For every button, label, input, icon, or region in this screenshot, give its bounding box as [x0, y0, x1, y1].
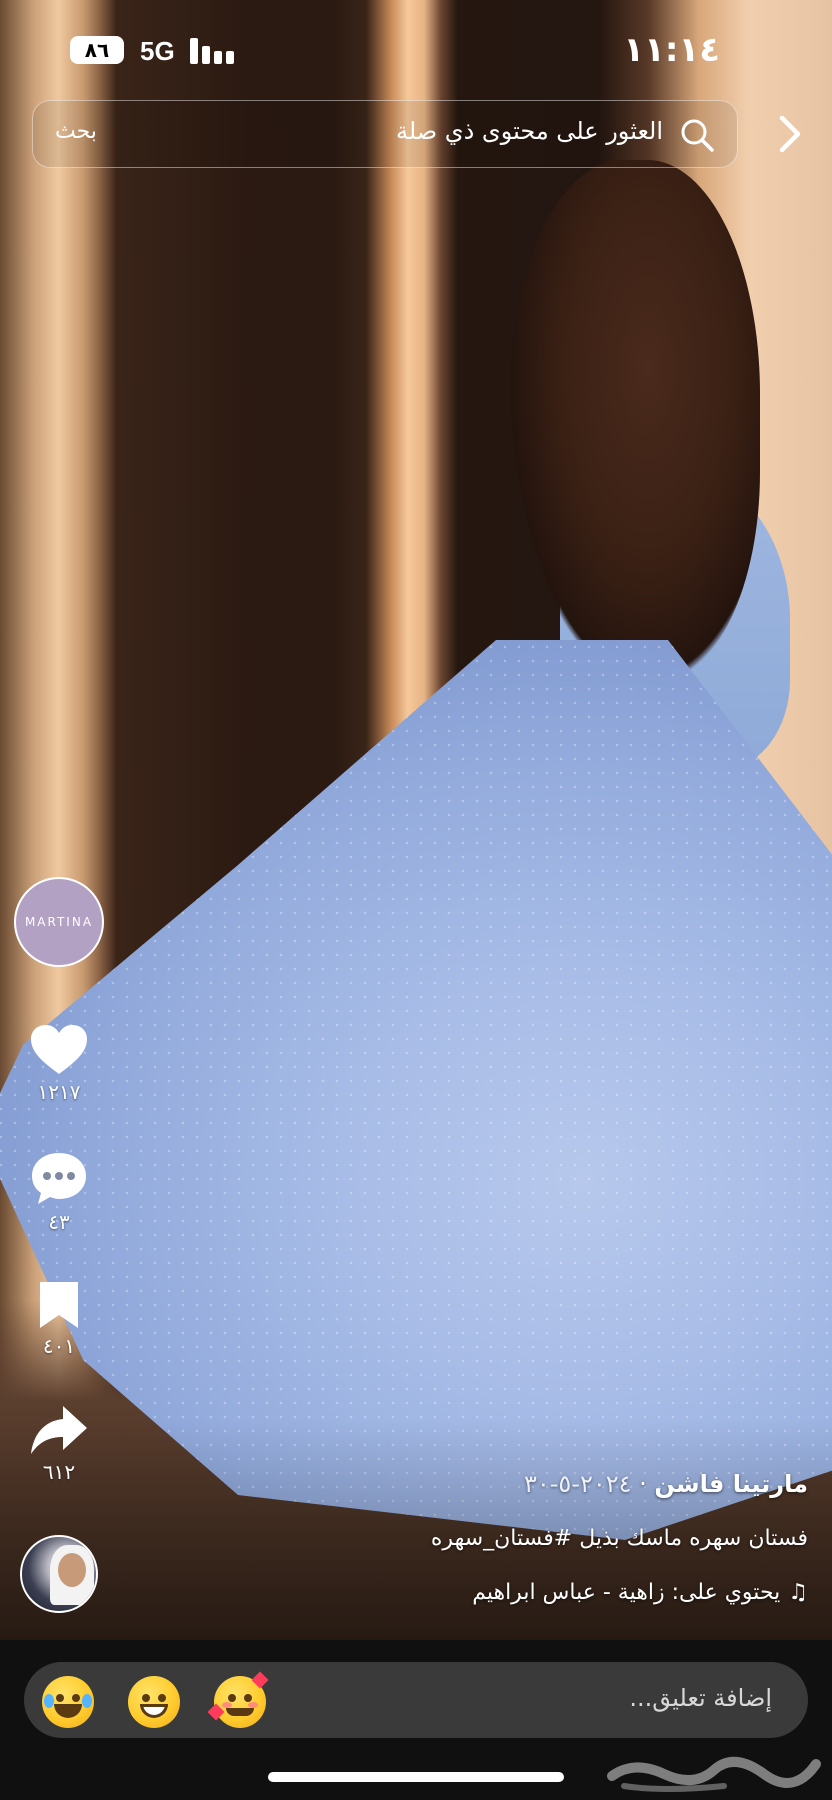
like-count: ١٢١٧ [37, 1080, 81, 1104]
like-button[interactable]: ١٢١٧ [20, 1024, 98, 1104]
status-time: ١١:١٤ [623, 30, 720, 70]
heart-icon [31, 1025, 87, 1074]
laughing-tears-emoji-icon[interactable] [42, 1676, 94, 1728]
home-indicator[interactable] [268, 1772, 564, 1782]
search-icon [681, 119, 714, 152]
post-date: ٢٠٢٤-٥-٣٠ [523, 1470, 632, 1498]
search-input[interactable]: العثور على محتوى ذي صلة [396, 117, 663, 145]
account-avatar[interactable]: MARTINA [14, 877, 104, 967]
post-author-line: مارتينا فاشن · ٢٠٢٤-٥-٣٠ [128, 1470, 808, 1498]
smiling-hearts-emoji-icon[interactable] [207, 1671, 269, 1728]
haraj-logo [607, 1757, 821, 1792]
comment-input[interactable]: إضافة تعليق... [629, 1684, 772, 1712]
save-count: ٤٠١ [42, 1334, 76, 1358]
battery-indicator: ٨٦ [70, 36, 124, 64]
search-bar[interactable]: بحث العثور على محتوى ذي صلة [32, 100, 738, 168]
chevron-right-icon[interactable] [770, 110, 810, 158]
bookmark-icon [40, 1282, 78, 1328]
share-arrow-icon [31, 1406, 87, 1454]
status-bar: ٨٦ 5G ١١:١٤ [0, 0, 832, 100]
author-date-separator: · [631, 1470, 655, 1498]
video-frame[interactable] [0, 0, 832, 1640]
network-type: 5G [140, 36, 175, 66]
post-music[interactable]: ♫ يحتوي على: زاهية - عباس ابراهيم [128, 1580, 808, 1605]
music-avatar-face [58, 1553, 86, 1587]
signal-icon [190, 36, 238, 64]
grinning-emoji-icon[interactable] [128, 1676, 180, 1728]
post-description[interactable]: فستان سهره ماسك بذيل #فستان_سهره [128, 1526, 808, 1551]
share-count: ٦١٢ [42, 1460, 76, 1484]
music-title: يحتوي على: زاهية - عباس ابراهيم [472, 1580, 781, 1605]
video-figure-hair [510, 160, 760, 680]
post-author[interactable]: مارتينا فاشن [654, 1470, 808, 1498]
search-button[interactable]: بحث [55, 119, 97, 144]
chat-bubble-icon [32, 1153, 86, 1204]
comment-button[interactable]: ٤٣ [20, 1150, 98, 1234]
save-button[interactable]: ٤٠١ [20, 1280, 98, 1358]
music-avatar[interactable] [20, 1535, 98, 1613]
share-button[interactable]: ٦١٢ [20, 1404, 98, 1484]
comment-input-bar[interactable]: إضافة تعليق... [24, 1662, 808, 1738]
comment-count: ٤٣ [48, 1210, 70, 1234]
music-note-icon: ♫ [788, 1580, 808, 1605]
